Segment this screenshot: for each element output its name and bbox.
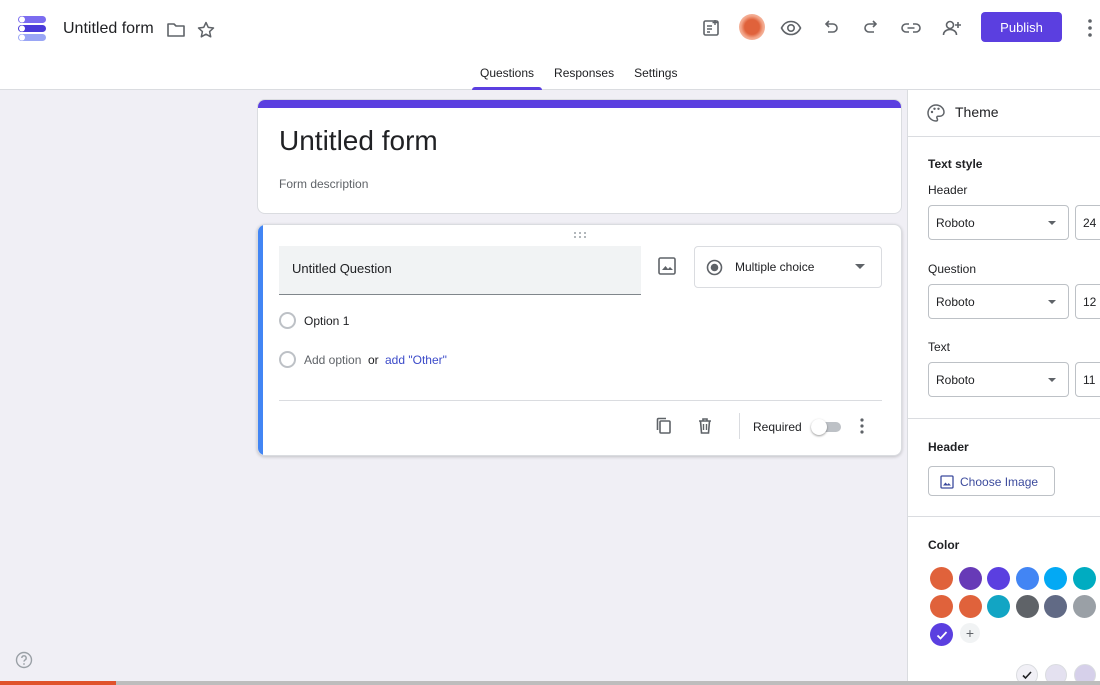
chevron-down-icon [855,264,865,269]
chevron-down-icon [1048,378,1056,382]
theme-title: Theme [955,104,999,120]
text-font-select[interactable]: Roboto [928,362,1069,397]
user-avatar[interactable] [739,14,765,40]
delete-icon[interactable] [695,416,715,436]
link-icon[interactable] [899,16,923,40]
question-more-icon[interactable] [856,417,868,435]
radio-button-icon [706,259,723,276]
panel-divider [908,516,1100,517]
accent-band [258,100,901,108]
color-swatch[interactable] [930,567,953,590]
choose-image-label: Choose Image [960,475,1039,489]
question-type-dropdown[interactable]: Multiple choice [694,246,882,288]
color-swatch[interactable] [1044,567,1068,590]
form-header-card[interactable]: Untitled form Form description [257,99,902,214]
question-size-value: 12 [1083,295,1097,309]
top-bar: Untitled form Publish Questions Response… [0,0,1100,90]
publish-button[interactable]: Publish [981,12,1062,42]
more-options-icon[interactable] [1082,16,1098,40]
required-label: Required [753,420,802,434]
header-size-select[interactable]: 24 [1075,205,1100,240]
star-icon[interactable] [196,20,216,40]
addons-icon[interactable] [699,16,723,40]
theme-panel: Theme Text style Header Roboto 24 Questi… [907,90,1100,685]
add-collaborator-icon[interactable] [940,16,964,40]
color-swatch[interactable] [1073,595,1096,618]
or-label: or [368,353,379,367]
text-font-value: Roboto [936,373,975,387]
loading-progress-bar [0,681,1100,685]
tab-responses[interactable]: Responses [544,60,624,90]
text-font-label: Text [928,340,951,354]
palette-icon [927,104,945,122]
header-font-select[interactable]: Roboto [928,205,1069,240]
forms-logo-icon[interactable] [16,14,48,44]
color-swatch[interactable] [987,595,1011,618]
tab-settings[interactable]: Settings [624,60,687,90]
color-swatch[interactable] [987,567,1011,590]
option-1-text[interactable]: Option 1 [304,314,349,328]
required-toggle[interactable] [811,419,841,435]
option-radio [279,312,296,329]
color-swatch[interactable] [1015,595,1039,618]
color-swatch[interactable] [958,595,982,618]
duplicate-icon[interactable] [654,416,674,436]
color-heading: Color [928,538,960,552]
color-swatch[interactable] [1015,567,1039,590]
color-swatch[interactable] [1044,595,1068,618]
image-icon [940,475,954,489]
color-swatch[interactable] [1073,567,1096,590]
header-size-value: 24 [1083,216,1097,230]
choose-image-button[interactable]: Choose Image [928,466,1055,496]
question-font-select[interactable]: Roboto [928,284,1069,319]
preview-eye-icon[interactable] [779,16,803,40]
color-swatch[interactable] [958,567,982,590]
folder-icon[interactable] [166,20,186,40]
form-description-input[interactable]: Form description [279,177,368,191]
chevron-down-icon [1048,221,1056,225]
selected-color-swatch[interactable] [930,623,953,646]
text-size-value: 11 [1083,373,1096,387]
text-size-select[interactable]: 11 [1075,362,1100,397]
document-title[interactable]: Untitled form [63,20,154,38]
footer-separator [739,413,740,439]
header-image-heading: Header [928,440,969,454]
active-indicator [258,225,263,455]
question-card[interactable]: Untitled Question Multiple choice Option… [257,224,902,456]
panel-divider [908,136,1100,137]
check-icon [1022,671,1032,680]
form-title[interactable]: Untitled form [279,125,438,157]
add-custom-color-button[interactable]: + [960,623,980,643]
chevron-down-icon [1048,300,1056,304]
header-font-label: Header [928,183,968,197]
footer-divider [279,400,882,401]
add-option-link[interactable]: Add option [304,353,361,367]
redo-icon[interactable] [859,16,883,40]
question-title-input[interactable]: Untitled Question [279,246,641,295]
text-style-heading: Text style [928,157,983,171]
drag-handle-icon[interactable] [573,231,587,239]
header-font-value: Roboto [936,216,975,230]
question-font-value: Roboto [936,295,975,309]
check-icon [936,630,947,640]
add-image-icon[interactable] [656,255,678,277]
question-type-label: Multiple choice [735,260,815,274]
progress-fill [0,681,116,685]
color-swatch[interactable] [930,595,953,618]
form-tabs: Questions Responses Settings [470,60,687,90]
help-icon[interactable] [15,651,33,669]
question-font-label: Question [928,262,977,276]
tab-questions[interactable]: Questions [470,60,544,90]
add-other-link[interactable]: add "Other" [385,353,447,367]
undo-icon[interactable] [819,16,843,40]
add-option-radio [279,351,296,368]
question-size-select[interactable]: 12 [1075,284,1100,319]
panel-divider [908,418,1100,419]
